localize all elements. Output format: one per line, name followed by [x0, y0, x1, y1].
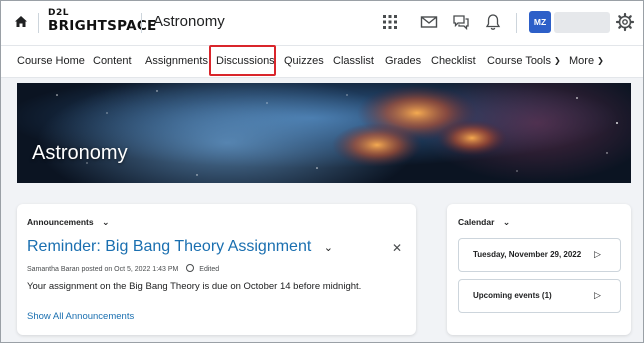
nebula-image — [17, 83, 631, 183]
announcements-widget: Announcements ⌄ Reminder: Big Bang Theor… — [17, 204, 416, 335]
nav-course-home[interactable]: Course Home — [17, 55, 85, 67]
chevron-down-icon: ❯ — [597, 56, 604, 65]
edited-label: Edited — [199, 266, 220, 273]
chevron-down-icon: ⌄ — [101, 217, 110, 227]
header-divider — [141, 13, 142, 33]
user-avatar[interactable]: MZ — [529, 11, 551, 33]
announcement-author-date: Samantha Baran posted on Oct 5, 2022 1:4… — [27, 266, 179, 273]
show-all-announcements-link[interactable]: Show All Announcements — [27, 311, 134, 322]
header-divider — [38, 13, 39, 33]
triangle-right-icon: ▷ — [594, 290, 601, 300]
announcement-body: Your assignment on the Big Bang Theory i… — [27, 281, 362, 292]
announcement-title[interactable]: Reminder: Big Bang Theory Assignment ⌄ — [27, 238, 333, 256]
chevron-down-icon[interactable]: ⌄ — [324, 242, 333, 254]
nav-classlist[interactable]: Classlist — [333, 55, 374, 67]
triangle-right-icon: ▷ — [594, 249, 601, 259]
announcements-widget-header[interactable]: Announcements ⌄ — [27, 217, 110, 228]
chevron-down-icon: ⌄ — [502, 217, 511, 227]
chevron-down-icon: ❯ — [554, 56, 561, 65]
clock-icon — [186, 264, 195, 272]
upcoming-events-label: Upcoming events (1) — [473, 291, 552, 300]
avatar-initials: MZ — [533, 17, 547, 27]
course-banner: Astronomy — [17, 83, 631, 183]
calendar-widget: Calendar ⌄ Tuesday, November 29, 2022 ▷ … — [447, 204, 631, 335]
banner-title: Astronomy — [32, 142, 128, 164]
nav-label: Quizzes — [284, 55, 324, 67]
nav-quizzes[interactable]: Quizzes — [284, 55, 324, 67]
nav-label: Content — [93, 55, 132, 67]
nav-course-tools[interactable]: Course Tools ❯ — [487, 55, 561, 67]
course-navbar: Course Home Content Assignments Discussi… — [1, 45, 643, 78]
calendar-date-row[interactable]: Tuesday, November 29, 2022 ▷ — [458, 238, 621, 272]
nav-assignments[interactable]: Assignments — [145, 55, 208, 67]
announcement-title-text: Reminder: Big Bang Theory Assignment — [27, 238, 312, 255]
waffle-grid-icon[interactable] — [381, 13, 399, 31]
upcoming-events-row[interactable]: Upcoming events (1) ▷ — [458, 279, 621, 313]
widget-title: Calendar — [458, 217, 495, 227]
bell-icon[interactable] — [484, 13, 502, 31]
close-icon[interactable]: ✕ — [392, 241, 402, 255]
nav-label: Grades — [385, 55, 422, 67]
announcement-meta: Samantha Baran posted on Oct 5, 2022 1:4… — [27, 264, 219, 273]
top-header: D2L BRIGHTSPACE Astronomy MZ — [1, 1, 643, 45]
nav-more[interactable]: More ❯ — [569, 55, 604, 67]
nav-grades[interactable]: Grades — [385, 55, 421, 67]
nav-content[interactable]: Content — [93, 55, 132, 67]
app-window: D2L BRIGHTSPACE Astronomy MZ Course Home… — [0, 0, 644, 343]
nav-label: More — [569, 55, 595, 67]
discussions-highlight-box — [209, 45, 276, 76]
header-divider — [516, 13, 517, 33]
chat-icon[interactable] — [452, 13, 470, 31]
nav-checklist[interactable]: Checklist — [431, 55, 476, 67]
calendar-date-label: Tuesday, November 29, 2022 — [473, 250, 582, 259]
mail-icon[interactable] — [420, 13, 438, 31]
nav-label: Course Tools — [487, 55, 551, 67]
widget-title: Announcements — [27, 217, 94, 227]
username-placeholder[interactable] — [554, 12, 610, 33]
home-icon[interactable] — [13, 14, 29, 30]
nav-label: Course Home — [17, 55, 85, 67]
nav-label: Assignments — [145, 55, 208, 67]
nav-label: Classlist — [333, 55, 374, 67]
nav-label: Checklist — [431, 55, 476, 67]
gear-icon[interactable] — [615, 12, 635, 32]
course-title[interactable]: Astronomy — [153, 13, 225, 30]
calendar-widget-header[interactable]: Calendar ⌄ — [458, 217, 510, 228]
